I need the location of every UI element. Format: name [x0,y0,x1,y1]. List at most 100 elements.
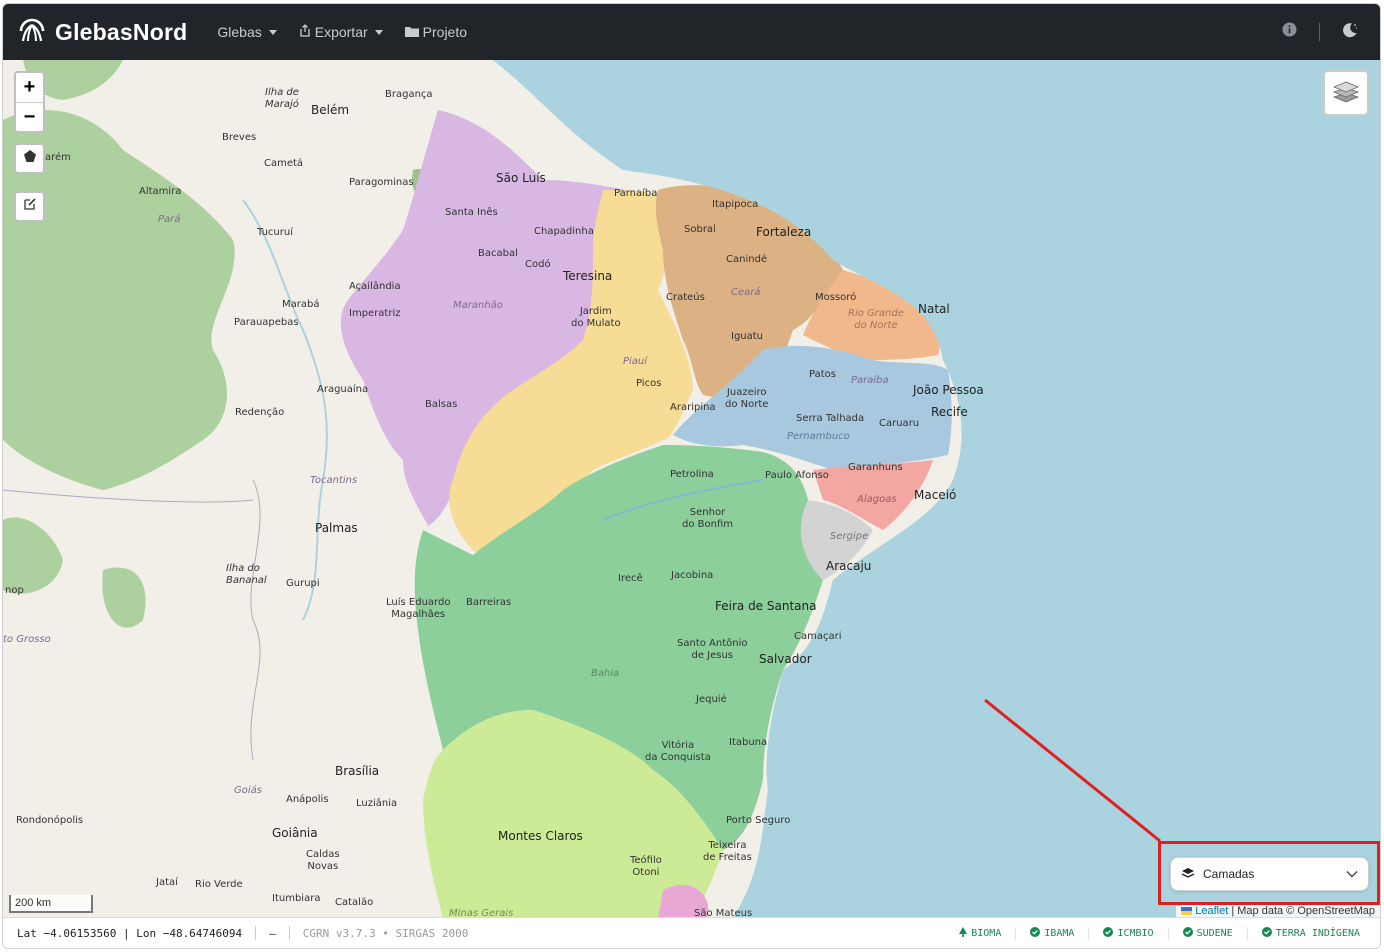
map-label: Luziânia [356,798,398,809]
map-label: Belém [311,103,350,117]
map-label: Cametá [264,158,304,169]
map-label: Catalão [335,897,374,908]
map-label: Imperatriz [349,308,401,319]
tree-icon [959,927,968,940]
map-label: Araguaína [317,384,369,395]
badge-terra-indigena[interactable]: TERRA INDÍGENA [1246,927,1374,940]
status-dash: — [269,926,276,940]
map-label: Goiás [234,785,262,796]
layers-icon [1181,867,1195,882]
badge-label: ICMBIO [1117,928,1154,939]
badge-icmbio[interactable]: ICMBIO [1088,927,1167,940]
theme-toggle-icon[interactable] [1342,22,1358,43]
map-label: Paulo Afonso [765,470,829,481]
map-label: Paraíba [851,375,889,386]
map-label: Redenção [235,407,285,418]
badge-bioma[interactable]: BIOMA [945,927,1015,940]
check-circle-icon [1030,927,1041,940]
edit-icon [23,197,37,216]
map-label: Araripina [670,402,716,413]
zoom-in-button[interactable]: + [16,73,43,102]
badge-sudene[interactable]: SUDENE [1167,927,1247,940]
map-label: Pernambuco [787,431,850,442]
menu-projeto-label: Projeto [422,24,468,40]
map-label: Vitória da Conquista [645,740,711,763]
service-badges: BIOMA IBAMA ICMBIO SUDENE TERRA INDÍGENA [945,918,1374,948]
badge-ibama[interactable]: IBAMA [1015,927,1088,940]
map-label: Rio Verde [195,879,243,890]
camadas-dropdown[interactable]: Camadas [1170,857,1369,891]
app-root: GlebasNord Glebas Exportar Projeto Ilha … [0,0,1384,952]
navbar-divider [1319,23,1320,41]
map-label: Garanhuns [848,462,903,473]
folder-icon [404,24,423,40]
map-label: Pará [158,214,181,225]
map-label: Breves [222,132,257,143]
map-label: to Grosso [3,634,51,645]
check-circle-icon [1182,927,1193,940]
menu-glebas-label: Glebas [217,24,262,40]
map-label: Patos [809,369,836,380]
map-label: Maceió [914,488,957,502]
layers-toggle-button[interactable] [1323,70,1369,116]
map-label: Ilha do Bananal [226,563,267,586]
map-label: Balsas [425,399,458,410]
menu-projeto[interactable]: Projeto [404,24,468,40]
check-circle-icon [1261,927,1272,940]
status-bar: Lat −4.06153560 | Lon −48.64746094 — CGR… [3,917,1380,948]
map-label: Teixeira de Freitas [703,840,752,863]
info-icon[interactable] [1282,22,1297,42]
zoom-out-button[interactable]: − [16,102,43,131]
map-label: Porto Seguro [726,815,791,826]
chevron-down-icon [374,29,383,35]
map-label: Irecê [618,573,643,584]
zoom-control: + − [14,71,45,133]
leaflet-link[interactable]: Leaflet [1195,905,1228,917]
menu-glebas[interactable]: Glebas [217,24,277,40]
map-label: Itapipoca [712,199,759,210]
map-label: Fortaleza [756,225,812,239]
map-label: Chapadinha [534,226,594,237]
cursor-coordinates: Lat −4.06153560 | Lon −48.64746094 [17,926,243,940]
scale-bar: 200 km [9,895,93,913]
top-navbar: GlebasNord Glebas Exportar Projeto [3,4,1380,60]
chevron-down-icon [1346,867,1358,881]
map-label: Rondonópolis [16,815,84,826]
map-label: Goiânia [272,826,318,840]
map-label: Caldas Novas [306,849,340,872]
map-label: Parnaíba [614,188,658,199]
chevron-down-icon [268,29,277,35]
map-label: Sergipe [830,531,869,542]
check-circle-icon [1103,927,1114,940]
map-label: João Pessoa [913,383,984,397]
map-label: Santo Antônio de Jesus [677,638,748,661]
map-label: Teófilo Otoni [630,855,662,878]
map-label: Altamira [139,186,182,197]
map-view[interactable]: Ilha de Marajó Belém Bragança Breves aré… [3,60,1380,919]
edit-layers-button[interactable] [14,191,45,222]
badge-label: SUDENE [1196,928,1233,939]
map-label: Maranhão [453,300,503,311]
app-version: CGRN v3.7.3 • SIRGAS 2000 [302,926,469,940]
brand-name: GlebasNord [55,18,188,45]
map-label: Açailândia [349,281,401,292]
draw-polygon-button[interactable] [14,143,45,174]
map-label: Teresina [563,269,613,283]
map-tiles [3,60,1380,919]
app-frame: GlebasNord Glebas Exportar Projeto Ilha … [2,3,1381,949]
map-label: Canindé [726,254,768,265]
brand[interactable]: GlebasNord [17,14,187,50]
badge-label: IBAMA [1044,928,1075,939]
map-label: Itumbiara [272,893,321,904]
map-label: Gurupi [286,578,320,589]
map-label: Crateús [666,292,705,303]
map-label: Rio Grande do Norte [848,308,904,331]
map-label: Brasília [335,764,380,778]
layers-icon [1332,77,1360,110]
map-label: Juazeiro do Norte [725,387,769,410]
menu-exportar[interactable]: Exportar [299,24,383,40]
map-label: Luís Eduardo Magalhães [386,597,451,620]
map-label: Camaçari [794,631,842,642]
brand-logo-icon [17,14,55,50]
map-label: Sobral [684,224,716,235]
